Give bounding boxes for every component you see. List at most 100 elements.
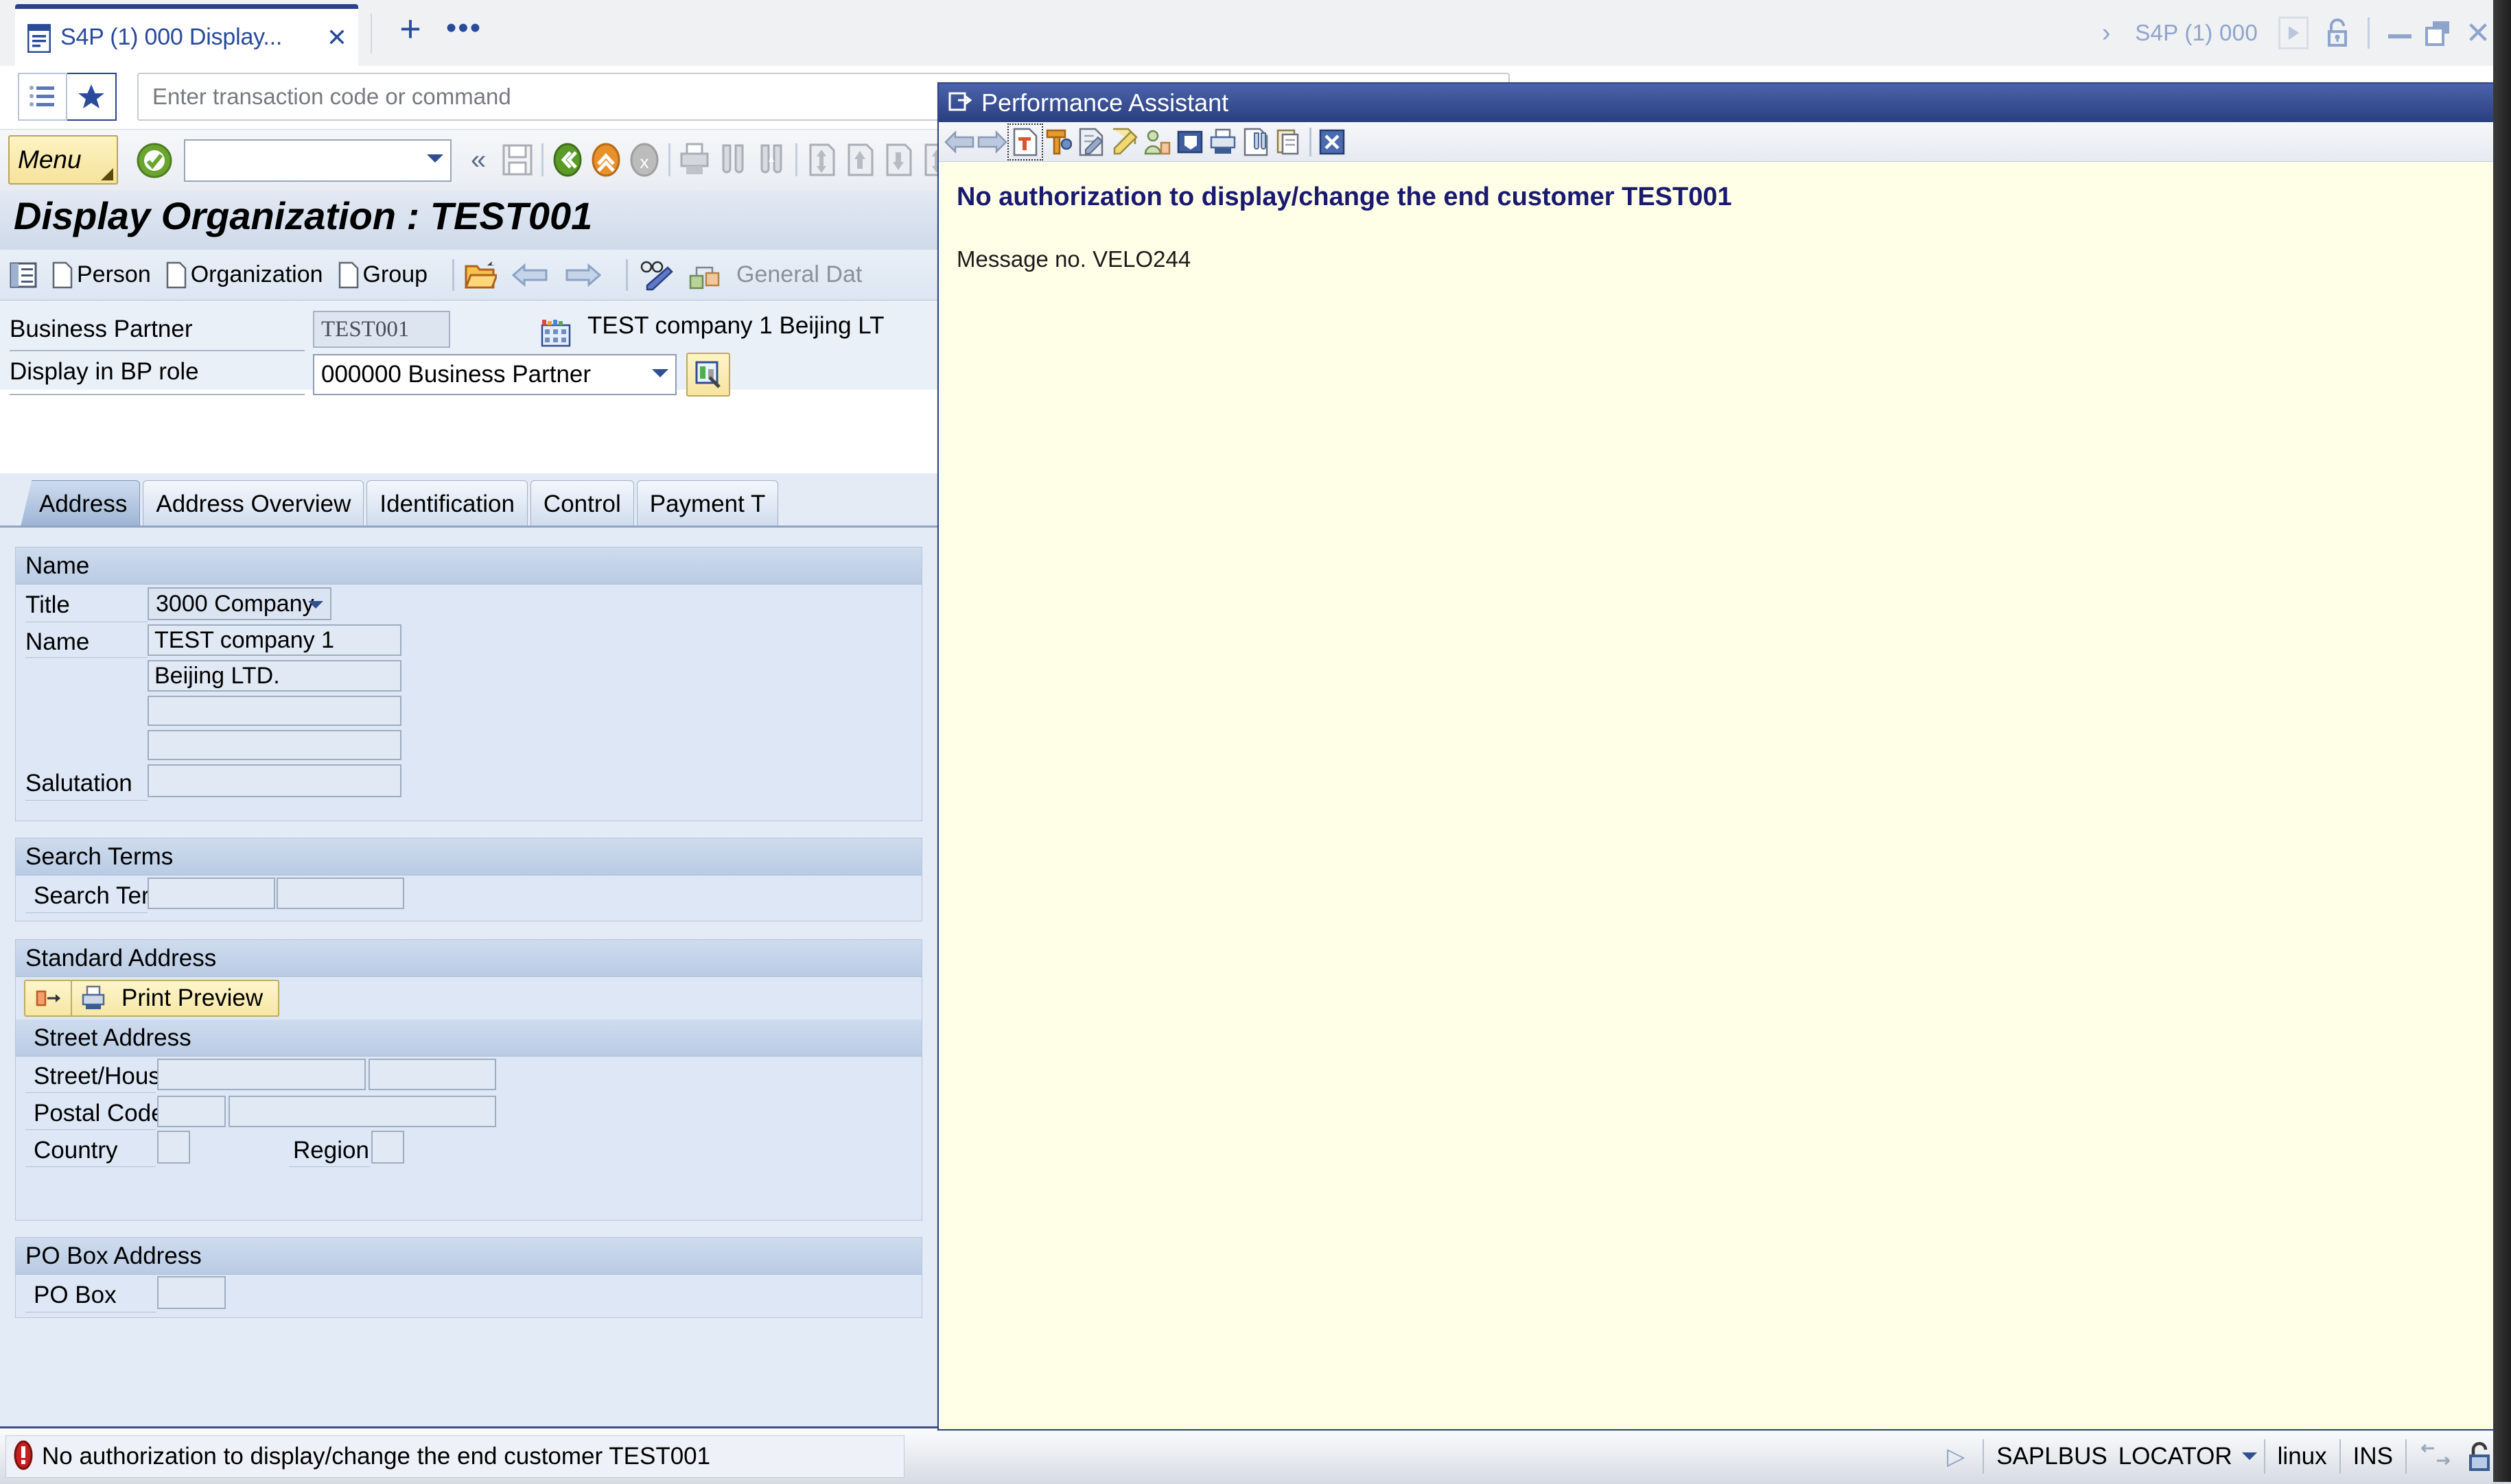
document-icon [27,23,51,53]
more-options-icon[interactable]: ••• [443,13,484,52]
note-edit-icon[interactable] [1075,125,1108,159]
print-icon[interactable] [675,139,714,180]
display-edit-glasses-icon[interactable] [638,259,673,291]
toolbar-button-organization[interactable]: Organization [166,261,323,289]
group-header-standard-address: Standard Address [16,940,922,977]
name-input-4[interactable] [148,730,401,760]
command-buttons [18,73,117,121]
close-dialog-icon[interactable] [1316,125,1348,159]
new-tab-button[interactable]: + [391,10,430,51]
title-dropdown[interactable]: 3000 Company [148,587,331,620]
overview-list-icon[interactable] [10,261,37,289]
tab-identification[interactable]: Identification [366,480,528,527]
technical-information-icon[interactable] [1007,123,1043,161]
find-icon[interactable] [1239,125,1272,159]
bp-role-search-button[interactable] [686,353,730,397]
status-message-box[interactable]: No authorization to display/change the e… [5,1435,904,1478]
tab-payment-transactions[interactable]: Payment T [636,480,779,527]
country-input[interactable] [157,1131,190,1164]
tab-list: Address Address Overview Identification … [21,476,781,527]
first-page-icon[interactable] [802,139,841,180]
status-expand-icon[interactable]: ▷ [1936,1443,1976,1470]
person-note-icon[interactable] [1141,125,1173,159]
close-icon[interactable]: ✕ [327,25,347,50]
chevron-down-icon[interactable] [652,369,668,386]
find-icon[interactable] [714,139,752,180]
window-close-button[interactable]: ✕ [2457,16,2499,51]
maximize-button[interactable] [2419,19,2457,47]
favorites-star-icon[interactable] [67,73,117,121]
print-icon[interactable] [1206,125,1239,159]
field-underline [25,1166,156,1167]
play-icon[interactable] [2278,16,2309,49]
copy-clipboard-icon[interactable] [1272,125,1305,159]
form-row-country-region: Country Region [16,1131,922,1168]
session-tab[interactable]: S4P (1) 000 Display... ✕ [15,4,358,66]
name-input-1[interactable]: TEST company 1 [148,624,401,656]
bp-role-dropdown[interactable]: 000000 Business Partner [313,354,677,395]
tab-control[interactable]: Control [530,480,634,527]
sap-gui-window: S4P (1) 000 Display... ✕ + ••• › S4P (1)… [0,0,2511,1484]
general-data-label[interactable]: General Dat [736,261,862,288]
collapse-toolbar-icon[interactable]: « [471,145,486,176]
toolbar-button-group[interactable]: Group [338,261,428,289]
expand-chevron-icon[interactable]: › [2088,19,2124,48]
dialog-title-bar[interactable]: Performance Assistant [939,84,2510,122]
salutation-input[interactable] [148,764,401,797]
business-partner-value[interactable]: TEST001 [313,311,450,348]
tab-address-overview[interactable]: Address Overview [143,480,364,527]
toolbar-button-person[interactable]: Person [52,261,151,289]
tab-address[interactable]: Address [21,480,141,527]
tab-label-address: Address [39,490,128,517]
city-input[interactable] [229,1096,496,1127]
name-input-3[interactable] [148,696,401,726]
enter-check-icon[interactable] [136,142,173,179]
region-input[interactable] [371,1131,404,1164]
postal-code-input[interactable] [157,1096,226,1127]
minimize-button[interactable] [2381,26,2419,40]
form-row-search-term: Search Term 1/2 [16,875,922,914]
save-icon[interactable] [498,139,537,180]
exit-icon[interactable] [587,139,625,180]
next-page-icon[interactable] [879,139,918,180]
group-header-po-box: PO Box Address [16,1238,922,1275]
previous-page-icon[interactable] [841,139,879,180]
resize-columns-icon[interactable] [2414,1437,2457,1476]
open-folder-icon[interactable] [464,259,498,291]
menu-list-icon[interactable] [18,73,67,121]
title-value: 3000 Company [156,590,314,617]
divider [2368,17,2370,49]
back-icon[interactable] [548,139,587,180]
divider [795,143,797,176]
customizing-hammer-icon[interactable] [1042,125,1075,159]
long-text-icon[interactable] [1173,125,1206,159]
relationships-icon[interactable] [688,259,721,291]
back-arrow-icon[interactable] [512,261,549,289]
back-arrow-icon[interactable] [943,125,976,159]
search-term-2-input[interactable] [277,878,404,909]
house-number-input[interactable] [369,1059,496,1090]
po-box-input[interactable] [157,1276,226,1309]
page-title: Display Organization : TEST001 [14,194,593,237]
system-label: S4P (1) 000 [2135,20,2258,45]
edit-pencil-icon[interactable] [1108,125,1141,159]
print-preview-button[interactable]: Print Preview [24,980,280,1017]
form-row-print-preview: Print Preview [16,977,922,1020]
menu-button[interactable]: Menu [8,135,118,185]
forward-arrow-icon[interactable] [564,261,602,289]
dialog-message-title: No authorization to display/change the e… [957,182,1732,211]
dialog-message-number: Message no. VELO244 [957,246,1191,272]
search-term-1-input[interactable] [148,878,275,909]
chevron-down-icon[interactable] [308,601,323,616]
street-input[interactable] [157,1059,366,1090]
forward-arrow-icon[interactable] [976,125,1009,159]
lock-open-icon[interactable] [2318,16,2357,49]
group-header-search-terms: Search Terms [16,838,922,875]
cancel-icon[interactable]: x [625,139,664,180]
divider [2339,1439,2341,1474]
name-input-2[interactable]: Beijing LTD. [148,660,401,692]
find-next-icon[interactable] [752,139,791,180]
transaction-code-field[interactable] [184,139,452,182]
chevron-down-icon[interactable] [2241,1452,2257,1468]
chevron-down-icon[interactable] [427,154,443,171]
